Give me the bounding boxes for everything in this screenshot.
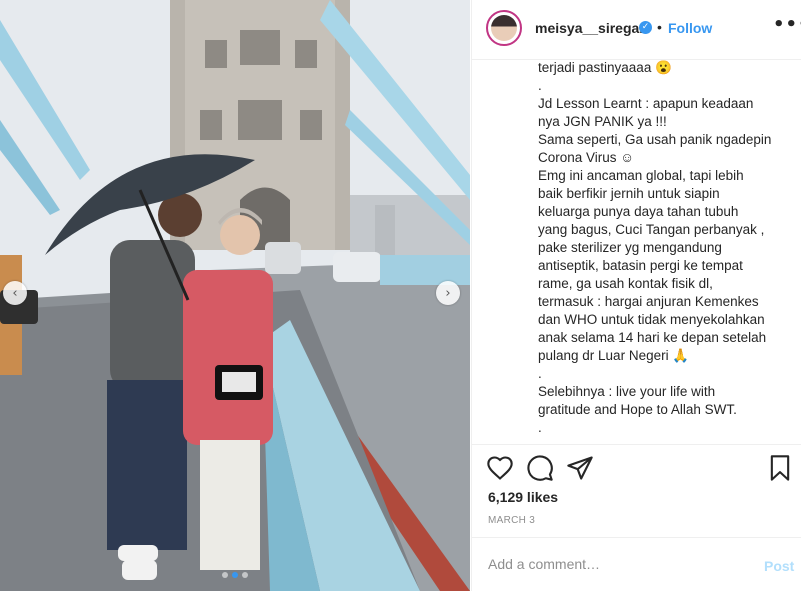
username-link[interactable]: meisya__siregar: [535, 20, 645, 36]
separator: •: [657, 19, 662, 35]
caption-line: .: [538, 366, 542, 381]
instagram-post: ‹ › meisya__siregar ✓ • Follow ••• terja…: [0, 0, 801, 591]
caption-line: Emg ini ancaman global, tapi lebih: [538, 168, 744, 183]
post-sidebar: meisya__siregar ✓ • Follow ••• terjadi p…: [471, 0, 801, 591]
chevron-right-icon: ›: [445, 285, 451, 301]
post-header: meisya__siregar ✓ • Follow •••: [472, 0, 801, 60]
caption-line: .: [538, 420, 542, 435]
caption-line: Sama seperti, Ga usah panik ngadepin: [538, 132, 772, 147]
next-slide-button[interactable]: ›: [436, 281, 460, 305]
caption-line: rame, ga usah kontak fisik dl,: [538, 276, 713, 291]
more-options-icon[interactable]: •••: [773, 14, 801, 35]
likes-count[interactable]: 6,129 likes: [488, 489, 558, 505]
caption-line: yang bagus, Cuci Tangan perbanyak ,: [538, 222, 765, 237]
caption-line: keluarga punya daya tahan tubuh: [538, 204, 739, 219]
previous-slide-button[interactable]: ‹: [3, 281, 27, 305]
verified-badge-icon: ✓: [639, 21, 652, 34]
slide-indicator: [0, 572, 470, 578]
caption-line: antiseptik, batasin pergi ke tempat: [538, 258, 743, 273]
share-paper-plane-icon[interactable]: [566, 454, 594, 482]
save-bookmark-icon[interactable]: [766, 454, 794, 482]
slide-dot: [242, 572, 248, 578]
caption-line: anak selama 14 hari ke depan setelah: [538, 330, 767, 345]
slide-dot-active: [232, 572, 238, 578]
caption-line: termasuk : hargai anjuran Kemenkes: [538, 294, 759, 309]
caption-line: dan WHO untuk tidak menyekolahkan: [538, 312, 765, 327]
caption-text: terjadi pastinyaaaa 😮. Jd Lesson Learnt :…: [538, 60, 798, 437]
bridge-photo-illustration: [0, 0, 470, 591]
slide-dot: [222, 572, 228, 578]
comment-input[interactable]: [488, 556, 728, 572]
caption-area[interactable]: terjadi pastinyaaaa 😮. Jd Lesson Learnt :…: [472, 60, 801, 445]
post-photo[interactable]: ‹ ›: [0, 0, 470, 591]
caption-line: terjadi pastinyaaaa 😮: [538, 60, 672, 75]
post-date[interactable]: MARCH 3: [488, 515, 535, 526]
comment-row: Post: [472, 537, 801, 591]
caption-line: pake sterilizer yg mengandung: [538, 240, 722, 255]
caption-line: Corona Virus ☺: [538, 150, 635, 165]
chevron-left-icon: ‹: [12, 285, 18, 301]
caption-line: baik berfikir jernih untuk siapin: [538, 186, 720, 201]
caption-line: nya JGN PANIK ya !!!: [538, 114, 667, 129]
action-bar: [472, 445, 801, 490]
post-comment-button[interactable]: Post: [764, 558, 794, 574]
comment-bubble-icon[interactable]: [526, 454, 554, 482]
caption-line: gratitude and Hope to Allah SWT.: [538, 402, 737, 417]
avatar-image: [491, 15, 517, 41]
caption-line: Jd Lesson Learnt : apapun keadaan: [538, 96, 754, 111]
like-heart-icon[interactable]: [486, 454, 514, 482]
caption-line: .: [538, 78, 542, 93]
follow-button[interactable]: Follow: [668, 20, 712, 36]
caption-line: Selebihnya : live your life with: [538, 384, 716, 399]
avatar[interactable]: [486, 10, 522, 46]
caption-line: pulang dr Luar Negeri 🙏: [538, 348, 690, 363]
